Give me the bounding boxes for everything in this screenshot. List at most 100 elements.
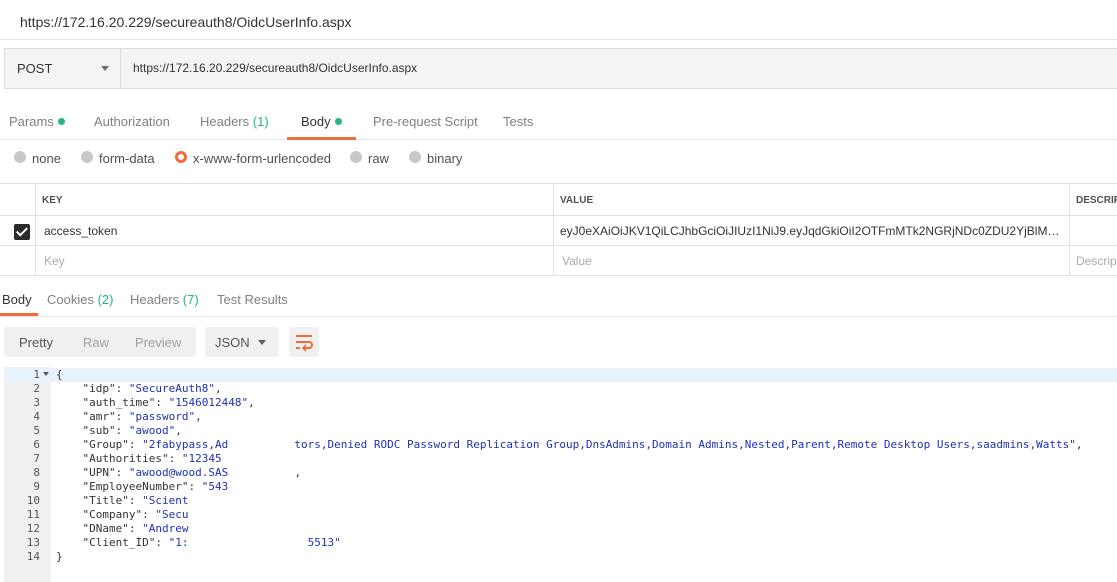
line-number: 2 xyxy=(33,382,40,395)
tab-pre-request-script[interactable]: Pre-request Script xyxy=(373,114,478,129)
response-tab-cookies-label: Cookies xyxy=(47,292,94,307)
table-header-row: KEY VALUE DESCRIPTION xyxy=(0,184,1117,216)
json-key: "Client_ID" xyxy=(82,536,156,549)
column-header-key: KEY xyxy=(35,184,553,215)
json-value: "Secu xyxy=(155,508,189,521)
format-select[interactable]: JSON xyxy=(205,327,279,357)
radio-circle xyxy=(409,151,421,163)
view-preview-button[interactable]: Preview xyxy=(135,335,181,350)
response-toolbar: Pretty Raw Preview JSON xyxy=(4,327,504,358)
radio-circle xyxy=(14,151,26,163)
request-tabs: Params Authorization Headers (1) Body Pr… xyxy=(0,104,1117,140)
json-value: "1: 5513" xyxy=(168,536,341,549)
body-params-table: KEY VALUE DESCRIPTION access_token eyJ0e… xyxy=(0,183,1117,276)
row-key-cell[interactable]: access_token xyxy=(35,216,553,245)
json-value: "543 xyxy=(201,480,229,493)
response-tabs: Body Cookies (2) Headers (7) Test Result… xyxy=(0,284,1117,317)
line-number: 9 xyxy=(33,480,40,493)
code-text: "Group": "2fabypass,Ad tors,Denied RODC … xyxy=(82,438,1083,451)
tab-authorization[interactable]: Authorization xyxy=(94,114,170,129)
code-line: 13 "Client_ID": "1: 5513" xyxy=(4,536,1117,550)
radio-form-data[interactable]: form-data xyxy=(81,151,155,166)
code-text: "sub": "awood", xyxy=(82,424,182,437)
line-number: 10 xyxy=(26,494,40,507)
method-select[interactable]: POST xyxy=(5,49,121,88)
code-text: "Authorities": "12345 xyxy=(82,452,222,465)
radio-none[interactable]: none xyxy=(14,151,61,166)
chevron-down-icon xyxy=(101,66,109,71)
radio-circle-selected xyxy=(175,151,187,163)
code-line: 9 "EmployeeNumber": "543 xyxy=(4,480,1117,494)
code-line: 1{ xyxy=(4,368,1117,382)
tab-headers[interactable]: Headers (1) xyxy=(200,114,269,129)
response-tab-cookies-count: (2) xyxy=(97,292,114,307)
radio-none-label: none xyxy=(32,151,61,166)
response-tab-body[interactable]: Body xyxy=(2,292,32,307)
code-line: 14} xyxy=(4,550,1117,564)
code-text: "auth_time": "1546012448", xyxy=(82,396,255,409)
method-label: POST xyxy=(17,61,53,76)
new-key-input[interactable]: Key xyxy=(35,246,553,275)
radio-circle xyxy=(350,151,362,163)
json-value: "12345 xyxy=(181,452,222,465)
json-key: "Company" xyxy=(82,508,143,521)
code-text: "Client_ID": "1: 5513" xyxy=(82,536,341,549)
json-key: "UPN" xyxy=(82,466,116,479)
line-number: 8 xyxy=(33,466,40,479)
response-tab-headers[interactable]: Headers (7) xyxy=(130,292,199,307)
wrap-lines-icon xyxy=(296,335,313,352)
radio-raw-label: raw xyxy=(368,151,389,166)
code-text: "DName": "Andrew xyxy=(82,522,189,535)
table-new-row: Key Value Description xyxy=(0,246,1117,276)
json-key: "DName" xyxy=(82,522,129,535)
tab-params-label: Params xyxy=(9,114,54,129)
response-tab-cookies[interactable]: Cookies (2) xyxy=(47,292,113,307)
response-tab-test-results-label: Test Results xyxy=(217,292,288,307)
fold-toggle-icon[interactable] xyxy=(43,372,49,376)
line-number: 4 xyxy=(33,410,40,423)
new-description-input[interactable]: Description xyxy=(1069,246,1117,275)
column-header-value: VALUE xyxy=(553,184,1069,215)
radio-circle xyxy=(81,151,93,163)
view-pretty-button[interactable]: Pretty xyxy=(19,335,53,350)
line-number: 7 xyxy=(33,452,40,465)
json-key: "Group" xyxy=(82,438,129,451)
json-key: "amr" xyxy=(82,410,116,423)
code-line: 6 "Group": "2fabypass,Ad tors,Denied ROD… xyxy=(4,438,1117,452)
new-value-input[interactable]: Value xyxy=(553,246,1069,275)
column-header-description: DESCRIPTION xyxy=(1069,184,1117,215)
radio-binary[interactable]: binary xyxy=(409,151,463,166)
json-value: "Scient xyxy=(142,494,189,507)
json-value: "SecureAuth8" xyxy=(128,382,215,395)
row-value-cell[interactable]: eyJ0eXAiOiJKV1QiLCJhbGciOiJIUzI1NiJ9.eyJ… xyxy=(553,216,1069,245)
line-number: 13 xyxy=(26,536,40,549)
radio-binary-label: binary xyxy=(427,151,463,166)
response-tab-body-label: Body xyxy=(2,292,32,307)
radio-x-www-form-urlencoded[interactable]: x-www-form-urlencoded xyxy=(175,151,331,166)
tab-body[interactable]: Body xyxy=(301,114,342,129)
active-tab-underline xyxy=(287,137,356,140)
tab-params[interactable]: Params xyxy=(9,114,65,129)
response-body-editor[interactable]: 1{2 "idp": "SecureAuth8", 3 "auth_time": … xyxy=(4,367,1117,582)
code-line: 11 "Company": "Secu xyxy=(4,508,1117,522)
code-line: 3 "auth_time": "1546012448", xyxy=(4,396,1117,410)
response-tab-headers-count: (7) xyxy=(182,292,199,307)
row-enabled-checkbox[interactable] xyxy=(14,224,30,240)
url-input[interactable]: https://172.16.20.229/secureauth8/OidcUs… xyxy=(133,61,417,75)
json-key: "idp" xyxy=(82,382,116,395)
code-text: "Company": "Secu xyxy=(82,508,189,521)
code-text: "amr": "password", xyxy=(82,410,202,423)
view-raw-button[interactable]: Raw xyxy=(83,335,109,350)
params-indicator-dot xyxy=(57,118,65,125)
json-value: "2fabypass,Ad tors,Denied RODC Password … xyxy=(142,438,1076,451)
tab-tests[interactable]: Tests xyxy=(503,114,533,129)
code-line: 7 "Authorities": "12345 xyxy=(4,452,1117,466)
response-tab-test-results[interactable]: Test Results xyxy=(217,292,288,307)
line-number: 3 xyxy=(33,396,40,409)
line-number: 6 xyxy=(33,438,40,451)
radio-raw[interactable]: raw xyxy=(350,151,389,166)
line-number: 1 xyxy=(33,368,40,381)
json-value: "password" xyxy=(128,410,196,423)
wrap-lines-button[interactable] xyxy=(289,327,319,357)
row-description-cell[interactable] xyxy=(1069,216,1117,245)
